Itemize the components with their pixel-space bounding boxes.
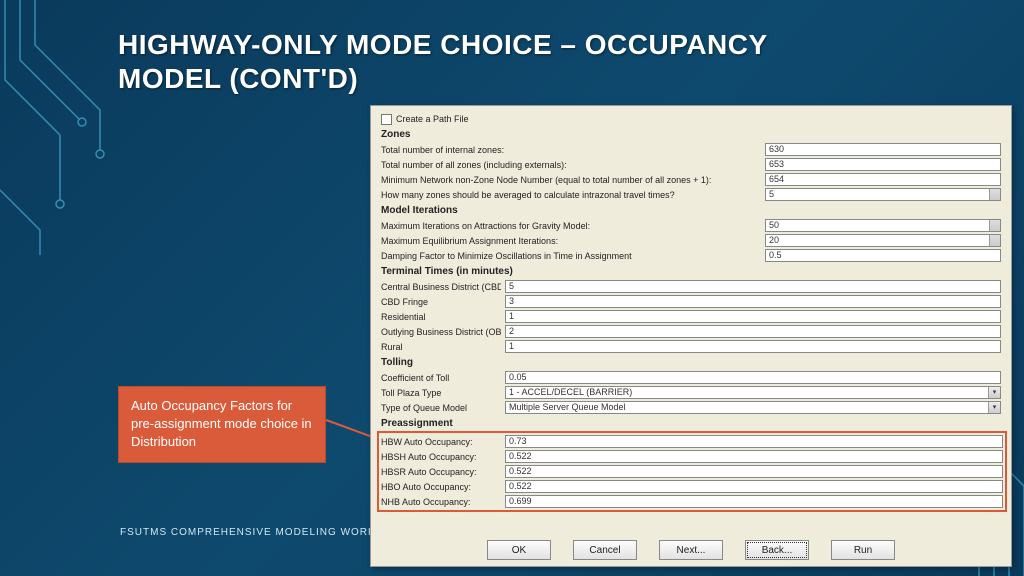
tolling-header: Tolling (381, 357, 1001, 368)
cancel-button[interactable]: Cancel (573, 540, 637, 560)
slide-footer: FSUTMS COMPREHENSIVE MODELING WORKSHOP (120, 527, 408, 538)
term-r4-label: Outlying Business District (OBD) (381, 327, 501, 337)
zones-r1-label: Total number of internal zones: (381, 145, 761, 155)
pre-r1-label: HBW Auto Occupancy: (381, 437, 501, 447)
pre-r5-label: NHB Auto Occupancy: (381, 497, 501, 507)
iterations-header: Model Iterations (381, 205, 1001, 216)
term-r5-field[interactable]: 1 (505, 340, 1001, 353)
iter-r2-field[interactable]: 20 (765, 234, 1001, 247)
pre-r4-field[interactable]: 0.522 (505, 480, 1003, 493)
slide-title: HIGHWAY-ONLY MODE CHOICE – OCCUPANCY MOD… (118, 28, 838, 95)
chevron-down-icon: ▾ (988, 387, 1000, 398)
run-button[interactable]: Run (831, 540, 895, 560)
pre-r4-label: HBO Auto Occupancy: (381, 482, 501, 492)
ok-button[interactable]: OK (487, 540, 551, 560)
preassign-header: Preassignment (381, 418, 1001, 429)
zones-r2-label: Total number of all zones (including ext… (381, 160, 761, 170)
pre-r2-label: HBSH Auto Occupancy: (381, 452, 501, 462)
iter-r1-field[interactable]: 50 (765, 219, 1001, 232)
back-button[interactable]: Back... (745, 540, 809, 560)
settings-dialog: Create a Path File Zones Total number of… (370, 105, 1012, 567)
pre-r2-field[interactable]: 0.522 (505, 450, 1003, 463)
term-r1-label: Central Business District (CBD) (381, 282, 501, 292)
term-r1-field[interactable]: 5 (505, 280, 1001, 293)
zones-r3-label: Minimum Network non-Zone Node Number (eq… (381, 175, 761, 185)
zones-r3-field[interactable]: 654 (765, 173, 1001, 186)
pre-r3-field[interactable]: 0.522 (505, 465, 1003, 478)
zones-r2-field[interactable]: 653 (765, 158, 1001, 171)
pre-r1-field[interactable]: 0.73 (505, 435, 1003, 448)
create-path-file-row: Create a Path File (381, 112, 1001, 126)
term-r3-label: Residential (381, 312, 501, 322)
button-bar: OK Cancel Next... Back... Run (371, 540, 1011, 560)
iter-r1-label: Maximum Iterations on Attractions for Gr… (381, 221, 761, 231)
toll-r1-field[interactable]: 0.05 (505, 371, 1001, 384)
zones-r1-field[interactable]: 630 (765, 143, 1001, 156)
toll-r2-label: Toll Plaza Type (381, 388, 501, 398)
toll-r2-field[interactable]: 1 - ACCEL/DECEL (BARRIER)▾ (505, 386, 1001, 399)
iter-r2-label: Maximum Equilibrium Assignment Iteration… (381, 236, 761, 246)
create-path-file-checkbox[interactable] (381, 114, 392, 125)
term-r2-field[interactable]: 3 (505, 295, 1001, 308)
toll-r1-label: Coefficient of Toll (381, 373, 501, 383)
callout-box: Auto Occupancy Factors for pre-assignmen… (118, 386, 326, 463)
term-r2-label: CBD Fringe (381, 297, 501, 307)
slide-root: HIGHWAY-ONLY MODE CHOICE – OCCUPANCY MOD… (0, 0, 1024, 576)
preassignment-highlight-box: HBW Auto Occupancy: 0.73 HBSH Auto Occup… (377, 431, 1007, 512)
zones-r4-label: How many zones should be averaged to cal… (381, 190, 761, 200)
next-button[interactable]: Next... (659, 540, 723, 560)
terminal-header: Terminal Times (in minutes) (381, 266, 1001, 277)
term-r4-field[interactable]: 2 (505, 325, 1001, 338)
term-r5-label: Rural (381, 342, 501, 352)
iter-r3-label: Damping Factor to Minimize Oscillations … (381, 251, 761, 261)
zones-r4-field[interactable]: 5 (765, 188, 1001, 201)
pre-r3-label: HBSR Auto Occupancy: (381, 467, 501, 477)
chevron-down-icon: ▾ (988, 402, 1000, 413)
toll-r3-label: Type of Queue Model (381, 403, 501, 413)
zones-header: Zones (381, 129, 1001, 140)
iter-r3-field[interactable]: 0.5 (765, 249, 1001, 262)
term-r3-field[interactable]: 1 (505, 310, 1001, 323)
pre-r5-field[interactable]: 0.699 (505, 495, 1003, 508)
create-path-file-label: Create a Path File (396, 114, 469, 124)
toll-r3-field[interactable]: Multiple Server Queue Model▾ (505, 401, 1001, 414)
